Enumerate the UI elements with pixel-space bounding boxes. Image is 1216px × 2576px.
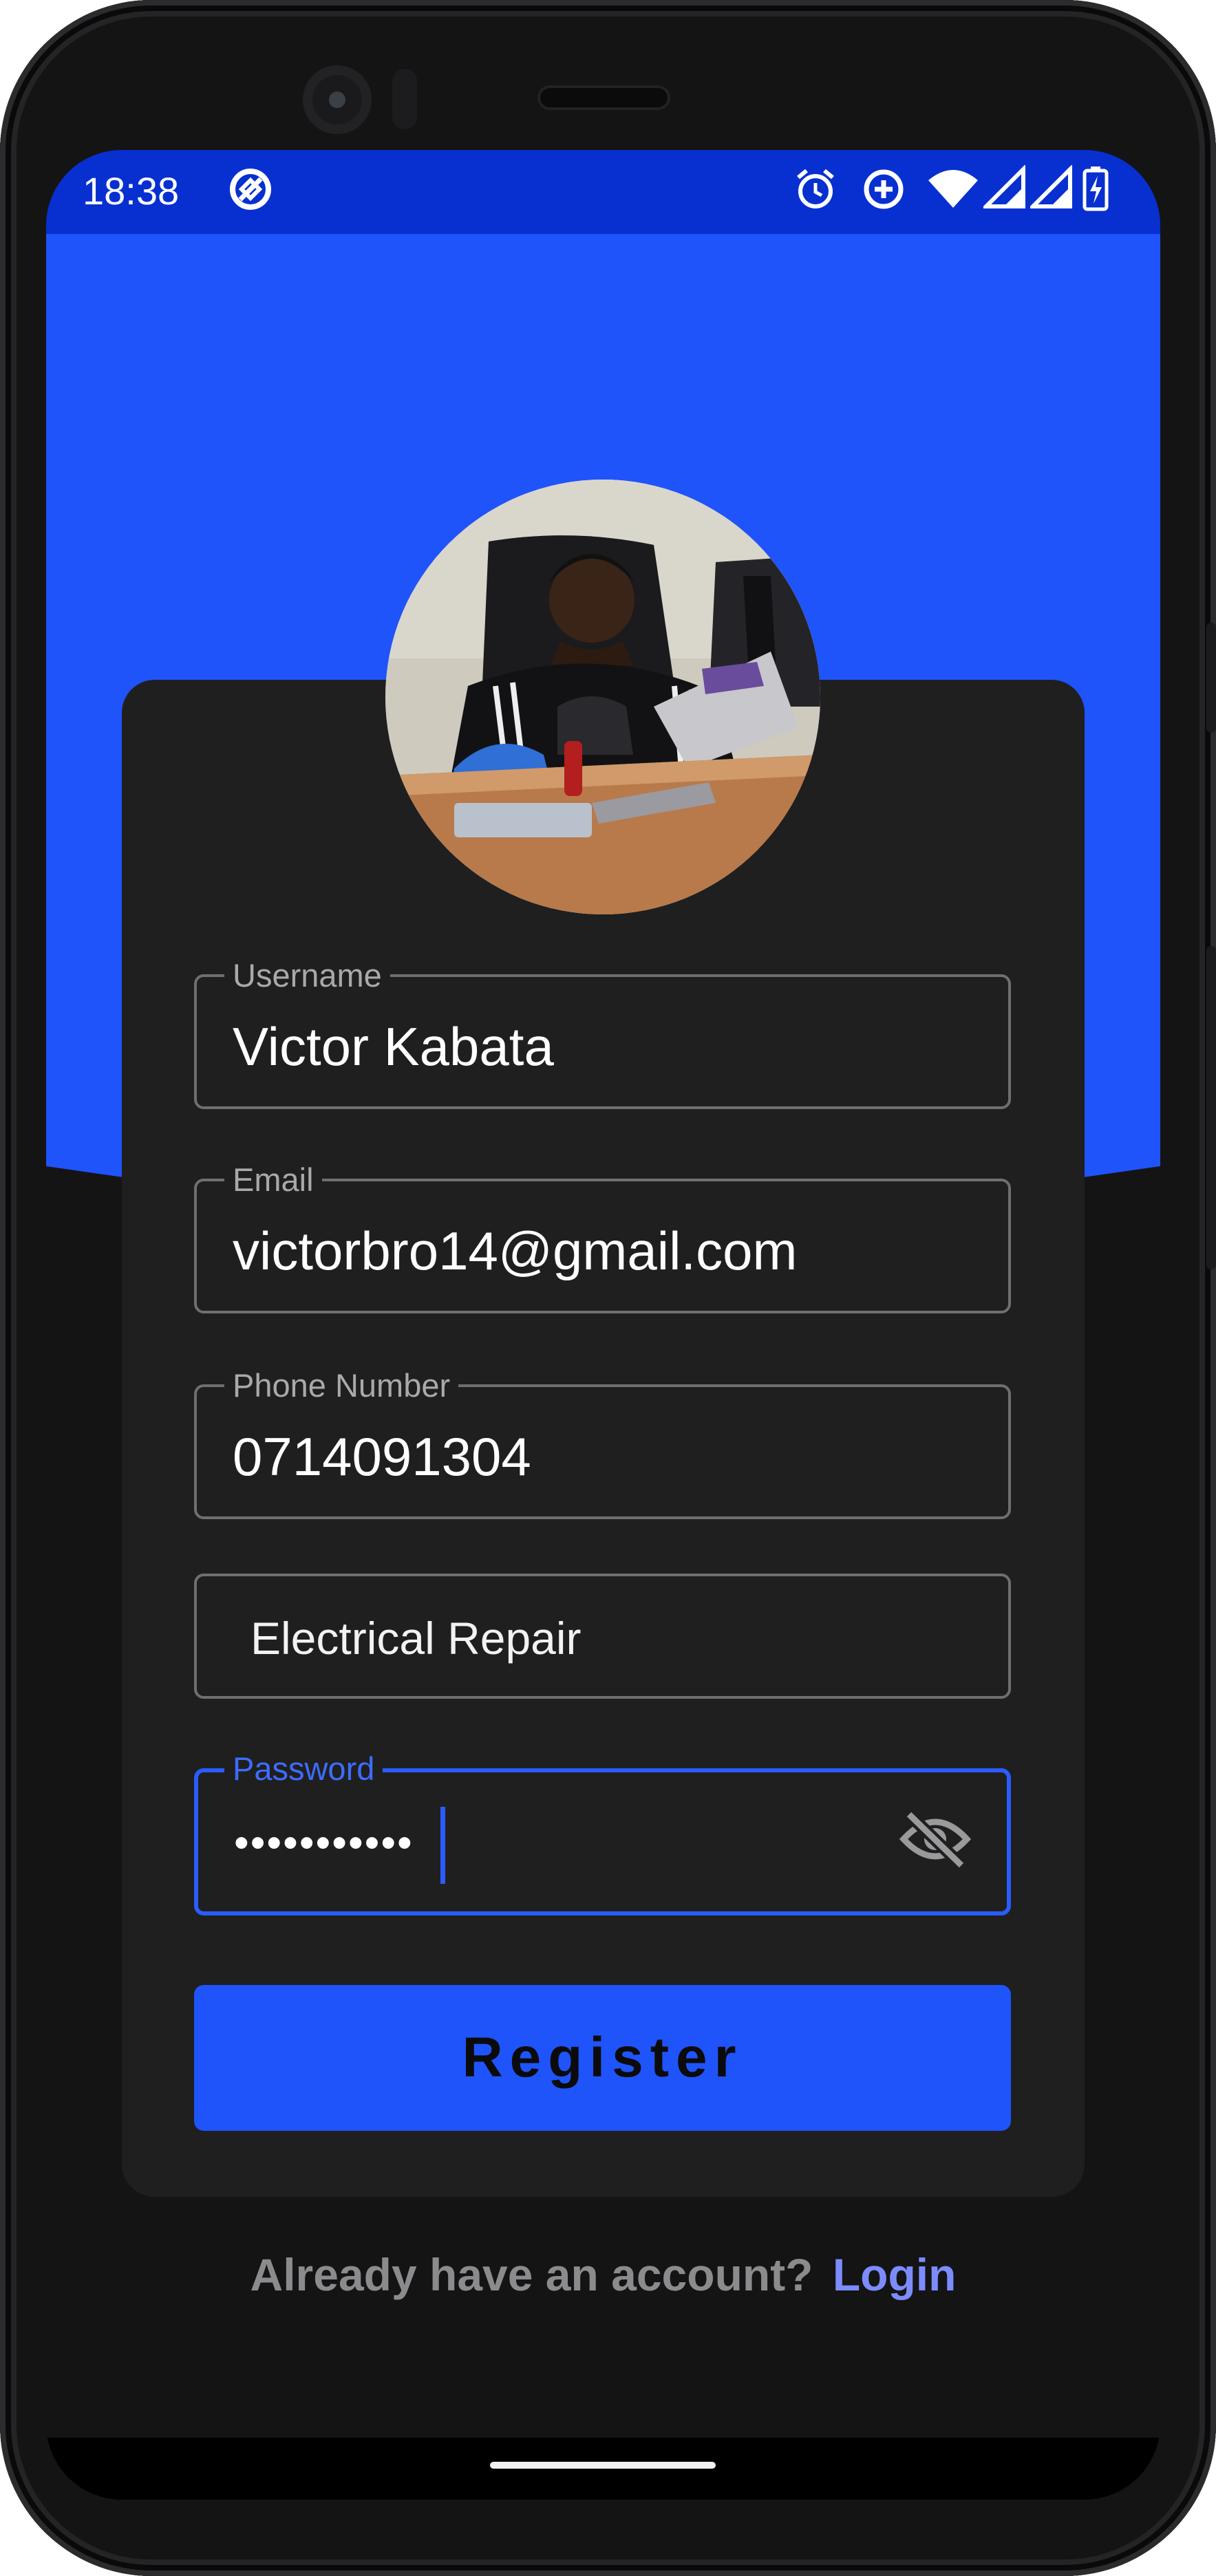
battery-charging-icon [1082,167,1109,211]
password-input[interactable]: ••••••••••• [234,1812,414,1874]
signal-icon [1030,165,1072,208]
email-field[interactable]: Email victorbro14@gmail.com [194,1161,1011,1313]
password-label: Password [224,1750,383,1788]
text-cursor [440,1807,445,1884]
profile-photo [385,480,820,914]
signal-icon [983,165,1025,208]
wifi-icon [928,170,978,208]
phone-number-input[interactable]: 0714091304 [233,1426,531,1488]
phone-number-label: Phone Number [224,1366,459,1405]
phone-number-field[interactable]: Phone Number 0714091304 [194,1366,1011,1519]
data-saver-icon [864,169,904,209]
profile-avatar[interactable] [385,480,820,914]
username-label: Username [224,956,390,995]
login-question: Already have an account? [250,2249,813,2300]
phone-frame: 18:38 Username Victor Kabata Email victo… [0,0,1216,2576]
earpiece-speaker [540,88,668,107]
register-button[interactable]: Register [194,1985,1011,2131]
password-field[interactable]: Password ••••••••••• [194,1750,1011,1915]
login-prompt: Already have an account? Login [46,2248,1160,2301]
proximity-sensor [392,69,417,129]
status-bar: 18:38 [46,150,1160,234]
username-field[interactable]: Username Victor Kabata [194,956,1011,1109]
front-camera [303,65,372,134]
volume-button [1206,946,1216,1269]
visibility-off-icon[interactable] [899,1810,971,1868]
power-button [1206,623,1216,733]
service-selected-value[interactable]: Electrical Repair [250,1611,582,1666]
home-indicator[interactable] [490,2462,716,2469]
service-select[interactable]: Electrical Repair [194,1574,1011,1699]
navigation-bar [46,2438,1160,2500]
email-label: Email [224,1161,322,1199]
username-input[interactable]: Victor Kabata [233,1016,554,1077]
login-link[interactable]: Login [833,2249,957,2300]
app-screen: 18:38 Username Victor Kabata Email victo… [46,150,1160,2500]
status-time: 18:38 [83,169,180,213]
email-input[interactable]: victorbro14@gmail.com [233,1220,797,1282]
app-notification-icon [230,169,271,210]
alarm-icon [797,169,834,208]
